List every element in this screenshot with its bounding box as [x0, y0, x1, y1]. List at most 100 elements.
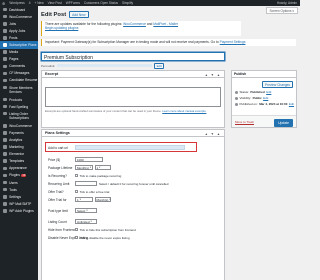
- excerpt-learn-more-link[interactable]: Learn more about manual excerpts.: [162, 109, 206, 113]
- screen-options-button[interactable]: Screen Options ▾: [265, 7, 298, 14]
- setting-label: Listing Count: [48, 219, 67, 224]
- sidebar-item[interactable]: Payments: [0, 129, 38, 136]
- sidebar-item-label: WP Addr Plugins: [9, 208, 34, 213]
- setting-hint: Select / default 0 for recurring forever…: [99, 181, 169, 186]
- sidebar-item[interactable]: Plugins 19: [0, 172, 38, 179]
- status-edit-link[interactable]: Edit: [266, 90, 271, 94]
- setting-select[interactable]: Month(s) ▾: [75, 165, 93, 170]
- setting-select[interactable]: Unlimited ▾: [75, 219, 97, 224]
- permalink-edit-button[interactable]: Edit: [154, 62, 165, 69]
- sidebar-item[interactable]: WooCommerce: [0, 122, 38, 129]
- setting-select[interactable]: Select ▾: [75, 208, 97, 213]
- box-controls-icon[interactable]: ▲ ▼ ▲: [205, 132, 221, 136]
- sidebar-item-label: Payments: [9, 130, 24, 135]
- setting-checkbox[interactable]: [75, 189, 79, 194]
- published-edit-link[interactable]: Edit: [289, 102, 294, 106]
- adminbar-status[interactable]: Customers Open Status: [84, 1, 118, 5]
- payment-notice-text: Important: Payment Gateway(s) for Subscr…: [45, 40, 219, 45]
- sidebar-item[interactable]: Subscription Plans: [0, 41, 38, 49]
- setting-hint: Tick to hide this subscription from fron…: [79, 227, 136, 232]
- sidebar-item[interactable]: Marketing: [0, 144, 38, 151]
- begin-updating-link[interactable]: Begin updating plugins: [45, 26, 78, 30]
- sidebar-item-label: Templates: [9, 159, 25, 164]
- sidebar-item[interactable]: WooCommerce: [0, 13, 38, 20]
- sidebar-item-label: Posts: [9, 35, 18, 40]
- sidebar-item[interactable]: Media: [0, 49, 38, 56]
- sidebar-item-label: Media: [9, 50, 19, 55]
- setting-hint: Tick to disable the never expire listing: [79, 235, 130, 240]
- setting-checkbox[interactable]: [75, 173, 79, 178]
- spelling-icon: [3, 104, 7, 109]
- setting-label: Offer Trial for: [48, 197, 67, 202]
- notice-link-woocommerce[interactable]: WooCommerce: [123, 22, 146, 26]
- resume-icon: [3, 78, 7, 83]
- excerpt-textarea[interactable]: [45, 87, 221, 107]
- visibility-edit-link[interactable]: Edit: [263, 96, 268, 100]
- sidebar-item[interactable]: Jobs: [0, 20, 38, 27]
- sidebar-item[interactable]: Fast Spelling: [0, 103, 38, 110]
- sidebar-item[interactable]: Appearance: [0, 165, 38, 172]
- sidebar-item[interactable]: Elementor: [0, 151, 38, 158]
- marketing-icon: [3, 145, 7, 149]
- sidebar-item[interactable]: WP Mail SMTP: [0, 200, 38, 207]
- adminbar-howdy[interactable]: Howdy, Admin: [277, 1, 297, 5]
- sidebar-item[interactable]: Analytics: [0, 136, 38, 143]
- calendar-icon: [235, 102, 238, 106]
- smtp-icon: [3, 202, 7, 206]
- add-to-cart-url-input[interactable]: [75, 145, 185, 150]
- box-controls-icon[interactable]: ▲ ▼ ▲: [205, 73, 221, 77]
- sidebar-item[interactable]: CF Messages: [0, 70, 38, 77]
- adminbar-updates[interactable]: 4: [29, 1, 31, 5]
- sidebar-item[interactable]: Dashboard: [0, 6, 38, 13]
- setting-checkbox[interactable]: [75, 227, 79, 232]
- adminbar-site[interactable]: Wordpress: [9, 1, 24, 5]
- update-button[interactable]: Update: [274, 118, 293, 127]
- setting-label: Offer Trial?: [48, 189, 64, 194]
- permalink-url[interactable]: [57, 63, 153, 68]
- notice-link-mailpoet[interactable]: MailPoet - Mailer: [153, 22, 178, 26]
- media-icon: [3, 50, 7, 54]
- sidebar-item[interactable]: WP Addr Plugins: [0, 207, 38, 214]
- sidebar-item[interactable]: Products: [0, 96, 38, 103]
- setting-label: Recurring Limit: [48, 181, 70, 186]
- wordpress-logo-icon[interactable]: ⊕: [2, 1, 5, 6]
- preview-changes-button[interactable]: Preview Changes: [262, 81, 293, 88]
- sidebar-item[interactable]: Pages: [0, 56, 38, 63]
- templates-icon: [3, 159, 7, 164]
- setting-checkbox[interactable]: [75, 235, 79, 240]
- price-input-value: 1000: [77, 157, 84, 162]
- adminbar-simplify[interactable]: Simplify: [122, 1, 133, 5]
- sidebar-item-label: Settings: [9, 194, 22, 199]
- adminbar-view-post[interactable]: View Post: [48, 1, 62, 5]
- permalink-row: Permalink: Edit: [41, 62, 225, 69]
- sidebar-item[interactable]: Settings: [0, 193, 38, 200]
- sidebar-item[interactable]: Shore Members Services: [0, 84, 38, 96]
- excerpt-box: Excerpt ▲ ▼ ▲ Excerpts are optional hand…: [41, 70, 225, 128]
- sidebar-item[interactable]: Apply Jobs: [0, 27, 38, 34]
- sidebar-item[interactable]: Comments: [0, 63, 38, 70]
- adminbar-wpforms[interactable]: WPForms: [66, 1, 80, 5]
- recurring-limit-input[interactable]: [75, 181, 97, 186]
- setting-select-2[interactable]: 1 ▾: [94, 165, 111, 170]
- sidebar-item[interactable]: Templates: [0, 158, 38, 165]
- setting-row: Recurring Limit Select / default 0 for re…: [48, 181, 220, 186]
- excerpt-header[interactable]: Excerpt ▲ ▼ ▲: [42, 71, 224, 78]
- setting-select[interactable]: 1 ▾: [75, 197, 93, 202]
- price-input[interactable]: 1000: [75, 157, 103, 162]
- payment-settings-link[interactable]: Payment Settings: [220, 40, 246, 44]
- move-to-trash-link[interactable]: Move to Trash: [235, 120, 254, 124]
- sidebar-item[interactable]: Candidate Resume: [0, 77, 38, 84]
- sidebar-item-label: Products: [9, 97, 23, 102]
- post-title-input[interactable]: Premium Subscription: [41, 52, 225, 61]
- sidebar-item[interactable]: Users: [0, 179, 38, 186]
- visibility-line: Visibility: Public Edit: [235, 96, 268, 100]
- publish-header[interactable]: Publish: [232, 71, 296, 78]
- sidebar-item[interactable]: Listing Order Subscriptions: [0, 110, 38, 122]
- sidebar-item[interactable]: Tools: [0, 186, 38, 193]
- add-new-button[interactable]: Add New: [69, 11, 89, 18]
- setting-select-2[interactable]: Month(s) ▾: [94, 197, 111, 202]
- sidebar-item[interactable]: Posts: [0, 34, 38, 41]
- plans-settings-header[interactable]: Plans Settings ▲ ▼ ▲: [42, 130, 224, 137]
- adminbar-new[interactable]: + New: [35, 1, 44, 5]
- setting-row: Disable Never Expire Listing Tick to disa…: [48, 235, 220, 240]
